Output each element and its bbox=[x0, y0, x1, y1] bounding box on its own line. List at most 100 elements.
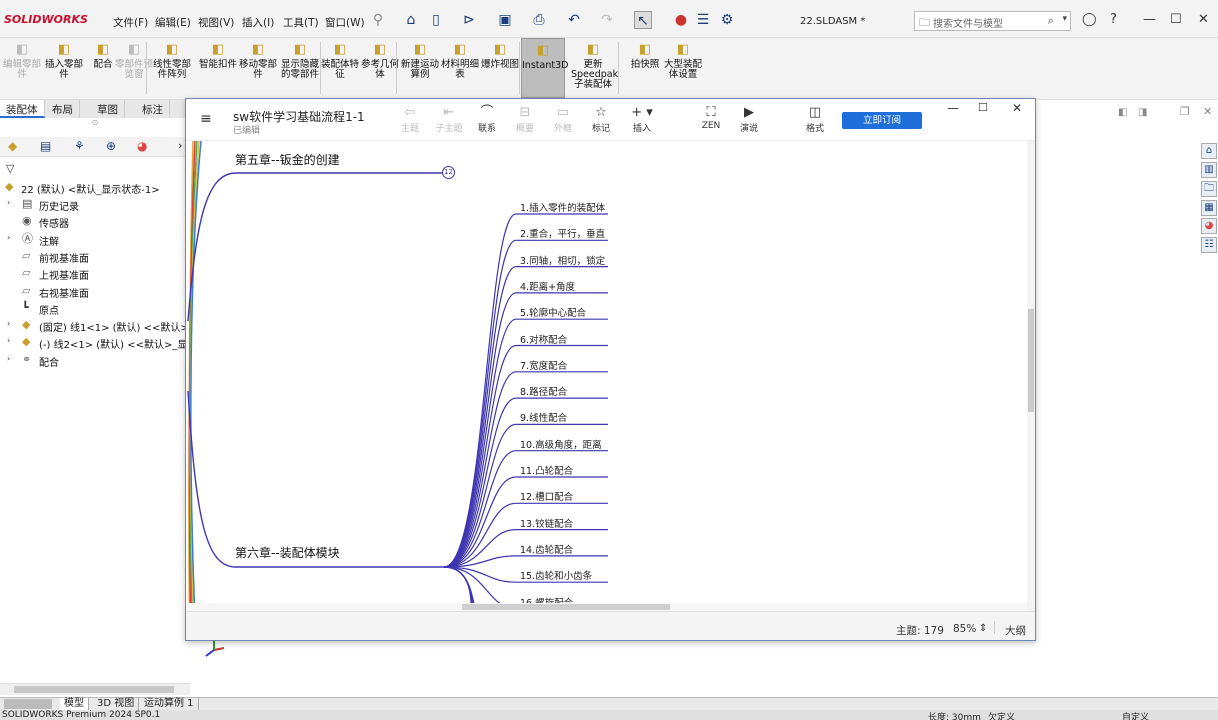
toolbar-boundary[interactable]: ▭ 外框 bbox=[543, 105, 583, 134]
tab-motion-study[interactable]: 运动算例 1 bbox=[140, 698, 199, 710]
tab-scroll-arrows[interactable] bbox=[4, 699, 52, 709]
menu-tools[interactable]: 工具(T) bbox=[283, 15, 319, 30]
tab-model[interactable]: 模型 bbox=[60, 698, 89, 710]
tree-item[interactable]: ┗ 原点 bbox=[0, 301, 190, 318]
expand-arrow-icon[interactable]: › bbox=[7, 319, 10, 328]
chapter-6-node[interactable]: 第六章--装配体模块 bbox=[235, 544, 340, 561]
toolbar-summary[interactable]: ⊟ 概要 bbox=[505, 105, 545, 134]
ribbon-button-0[interactable]: ◧ 编辑零部件 bbox=[0, 38, 44, 98]
menu-view[interactable]: 视图(V) bbox=[198, 15, 234, 30]
ribbon-button-6[interactable]: ◧ 移动零部件 bbox=[236, 38, 280, 98]
hamburger-menu-icon[interactable]: ≡ bbox=[200, 111, 212, 127]
tree-item[interactable]: ▱ 上视基准面 bbox=[0, 266, 190, 283]
menu-edit[interactable]: 编辑(E) bbox=[155, 15, 191, 30]
open-file-icon[interactable]: ⊳ bbox=[460, 11, 478, 29]
subtopic-node[interactable]: 11.凸轮配合 bbox=[520, 463, 573, 477]
menu-insert[interactable]: 插入(I) bbox=[242, 15, 274, 30]
close-button[interactable]: ✕ bbox=[1198, 12, 1209, 27]
account-icon[interactable]: ◯ bbox=[1082, 12, 1097, 27]
design-library-icon[interactable]: ▥ bbox=[1201, 162, 1217, 178]
collapsed-count-badge[interactable]: 12 bbox=[442, 166, 455, 179]
tab-3d-view[interactable]: 3D 视图 bbox=[93, 698, 140, 710]
feature-manager-icon[interactable]: ◆ bbox=[8, 139, 17, 153]
tree-horizontal-scrollbar[interactable] bbox=[0, 683, 190, 695]
window-close-button[interactable]: ✕ bbox=[1012, 101, 1022, 115]
zoom-level[interactable]: 85% bbox=[953, 623, 976, 635]
pane-left-icon[interactable]: ◧ bbox=[1118, 107, 1127, 118]
print-icon[interactable]: ⎙ bbox=[530, 11, 548, 29]
redo-icon[interactable]: ↷ bbox=[598, 11, 616, 29]
mindmap-canvas[interactable]: 第五章--钣金的创建 12 第六章--装配体模块 1.插入零件的装配体 2.重合，… bbox=[186, 141, 1035, 611]
chapter-5-node[interactable]: 第五章--钣金的创建 bbox=[235, 151, 340, 168]
select-arrow-icon[interactable]: ↖ bbox=[634, 11, 652, 29]
subtopic-node[interactable]: 12.槽口配合 bbox=[520, 489, 573, 503]
tree-collapse-handle[interactable]: ⊙ bbox=[0, 118, 190, 130]
toolbar-subtopic[interactable]: ⇤ 子主题 bbox=[429, 105, 469, 134]
tree-item[interactable]: › ◆ (固定) 线1<1> (默认) <<默认>_显 bbox=[0, 318, 204, 335]
chevron-down-icon[interactable]: ▾ bbox=[1062, 14, 1067, 24]
file-explorer-icon[interactable]: 🗀 bbox=[1201, 181, 1217, 197]
ribbon-button-5[interactable]: ◧ 智能扣件 bbox=[196, 38, 240, 98]
subtopic-node[interactable]: 7.宽度配合 bbox=[520, 358, 567, 372]
subtopic-node[interactable]: 2.重合，平行，垂直 bbox=[520, 226, 605, 240]
custom-properties-icon[interactable]: ☷ bbox=[1201, 237, 1217, 253]
zoom-stepper-icon[interactable]: ⇕ bbox=[979, 623, 987, 634]
horizontal-scrollbar[interactable] bbox=[186, 603, 1027, 611]
expand-arrow-icon[interactable]: › bbox=[7, 354, 10, 363]
ribbon-button-10[interactable]: ◧ 新建运动算例 bbox=[398, 38, 442, 98]
toolbar-zen[interactable]: ⛶ ZEN bbox=[691, 105, 731, 131]
window-maximize-button[interactable]: ☐ bbox=[978, 101, 988, 114]
toolbar-topic[interactable]: ⇦ 主题 bbox=[390, 105, 430, 134]
subtopic-node[interactable]: 5.轮廓中心配合 bbox=[520, 305, 586, 319]
toolbar-relation[interactable]: ⌒ 联系 bbox=[467, 105, 507, 134]
toolbar-present[interactable]: ▶ 演说 bbox=[729, 105, 769, 134]
subtopic-node[interactable]: 10.高级角度，距离 bbox=[520, 437, 602, 451]
dimxpert-icon[interactable]: ⊕ bbox=[106, 139, 116, 153]
tree-item[interactable]: › ▤ 历史记录 bbox=[0, 197, 190, 214]
property-manager-icon[interactable]: ▤ bbox=[40, 139, 51, 153]
subtopic-node[interactable]: 15.齿轮和小齿条 bbox=[520, 568, 592, 582]
save-icon[interactable]: ▣ bbox=[496, 11, 514, 29]
outline-button[interactable]: 大纲 bbox=[1005, 623, 1026, 638]
tab-markup[interactable]: 标注 bbox=[136, 100, 170, 118]
pane-close-icon[interactable]: ✕ bbox=[1203, 105, 1212, 118]
tree-item[interactable]: ▱ 前视基准面 bbox=[0, 249, 190, 266]
new-file-icon[interactable]: ▯ bbox=[427, 11, 445, 29]
rebuild-icon[interactable]: ● bbox=[672, 11, 690, 29]
expand-arrow-icon[interactable]: › bbox=[7, 198, 10, 207]
subtopic-node[interactable]: 8.路径配合 bbox=[520, 384, 567, 398]
tree-item[interactable]: › Ⓐ 注解 bbox=[0, 232, 190, 249]
maximize-button[interactable]: ☐ bbox=[1170, 12, 1182, 27]
tree-item[interactable]: ▱ 右视基准面 bbox=[0, 284, 190, 301]
ribbon-button-4[interactable]: ◧ 线性零部件阵列 bbox=[150, 38, 194, 98]
display-manager-icon[interactable]: ◕ bbox=[137, 139, 147, 153]
view-palette-icon[interactable]: ▦ bbox=[1201, 200, 1217, 216]
ribbon-button-12[interactable]: ◧ 爆炸视图 bbox=[478, 38, 522, 98]
ribbon-button-13[interactable]: ◧ Instant3D bbox=[521, 38, 568, 98]
appearances-icon[interactable]: ◕ bbox=[1201, 218, 1217, 234]
home-icon[interactable]: ⌂ bbox=[402, 11, 420, 29]
resources-home-icon[interactable]: ⌂ bbox=[1201, 143, 1217, 159]
tree-root[interactable]: ◆ 22 (默认) <默认_显示状态-1> bbox=[0, 180, 190, 197]
restore-icon[interactable]: ❐ bbox=[1180, 105, 1190, 118]
toolbar-star[interactable]: ☆ 标记 bbox=[581, 105, 621, 134]
options-gear-icon[interactable]: ⚙ bbox=[718, 11, 736, 29]
subtopic-node[interactable]: 9.线性配合 bbox=[520, 410, 567, 424]
expand-arrow-icon[interactable]: › bbox=[7, 233, 10, 242]
minimize-button[interactable]: — bbox=[1143, 12, 1156, 27]
undo-icon[interactable]: ↶ bbox=[565, 11, 583, 29]
subscribe-button[interactable]: 立即订阅 bbox=[842, 112, 922, 129]
ribbon-button-16[interactable]: ◧ 大型装配体设置 bbox=[661, 38, 705, 98]
tree-item[interactable]: › ◆ (-) 线2<1> (默认) <<默认>_显示 bbox=[0, 335, 197, 352]
subtopic-node[interactable]: 3.同轴，相切，锁定 bbox=[520, 253, 605, 267]
subtopic-node[interactable]: 13.铰链配合 bbox=[520, 516, 573, 530]
search-icon[interactable]: ⌕ bbox=[1048, 14, 1054, 28]
tree-item[interactable]: › ⚭ 配合 bbox=[0, 353, 190, 370]
filter-icon[interactable]: ▽ bbox=[6, 162, 14, 175]
tab-layout[interactable]: 布局 bbox=[46, 100, 80, 118]
ribbon-button-14[interactable]: ◧ 更新Speedpak子装配体 bbox=[571, 38, 618, 98]
subtopic-node[interactable]: 14.齿轮配合 bbox=[520, 542, 573, 556]
window-minimize-button[interactable]: — bbox=[947, 101, 959, 115]
menu-file[interactable]: 文件(F) bbox=[113, 15, 148, 30]
expand-arrow-icon[interactable]: › bbox=[7, 336, 10, 345]
